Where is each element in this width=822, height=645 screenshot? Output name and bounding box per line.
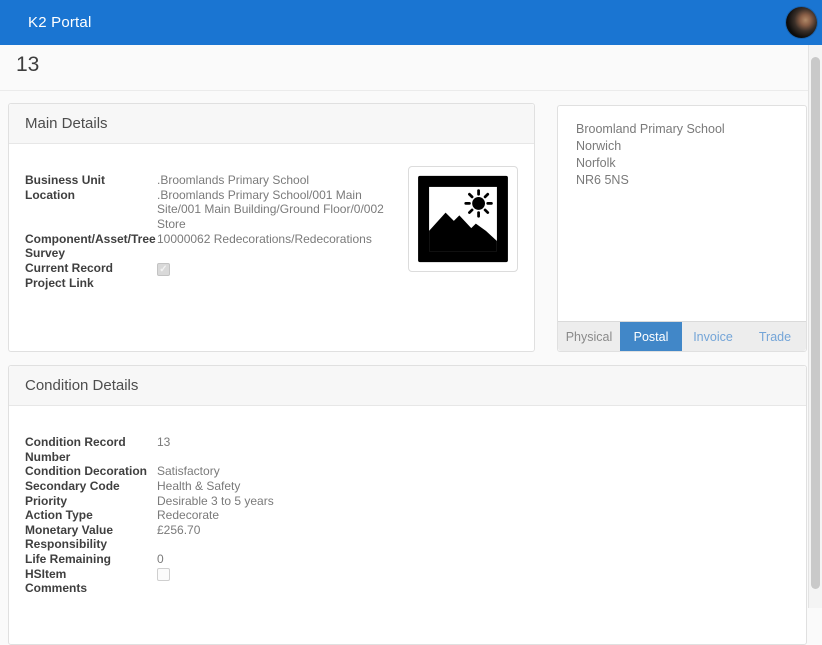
field-value <box>157 276 397 291</box>
field-label: Monetary Value <box>25 523 157 538</box>
field-value: .Broomlands Primary School/001 Main Site… <box>157 188 397 232</box>
field-row: Location.Broomlands Primary School/001 M… <box>25 188 397 232</box>
field-row: HSItem <box>25 567 790 582</box>
field-label: Responsibility <box>25 537 157 552</box>
field-value <box>157 581 790 596</box>
tab-invoice[interactable]: Invoice <box>682 322 744 351</box>
field-label: Life Remaining <box>25 552 157 567</box>
field-row: Condition Record Number13 <box>25 435 790 464</box>
condition-details-title: Condition Details <box>25 377 138 394</box>
field-row: Current Record✓ <box>25 261 397 276</box>
field-value: Desirable 3 to 5 years <box>157 494 790 509</box>
field-label: Current Record <box>25 261 157 276</box>
field-value: ✓ <box>157 261 397 276</box>
field-value: Satisfactory <box>157 464 790 479</box>
field-label: Business Unit <box>25 173 157 188</box>
field-label: HSItem <box>25 567 157 582</box>
field-row: Comments <box>25 581 790 596</box>
field-label: Component/Asset/Tree Survey <box>25 232 157 261</box>
user-avatar[interactable] <box>786 7 817 38</box>
app-title: K2 Portal <box>28 14 92 31</box>
address-line: Norwich <box>576 138 788 155</box>
field-label: Project Link <box>25 276 157 291</box>
main-details-fields: Business Unit.Broomlands Primary SchoolL… <box>25 173 397 290</box>
field-value <box>157 537 790 552</box>
tab-physical[interactable]: Physical <box>558 322 620 351</box>
tab-postal[interactable]: Postal <box>620 322 682 351</box>
field-value: 13 <box>157 435 790 464</box>
condition-details-header: Condition Details <box>9 366 806 406</box>
address-card: Broomland Primary SchoolNorwichNorfolkNR… <box>557 105 807 352</box>
field-label: Location <box>25 188 157 232</box>
main-details-card: Main Details Business Unit.Broomlands Pr… <box>8 103 535 352</box>
field-value: 10000062 Redecorations/Redecorations <box>157 232 397 261</box>
field-row: Responsibility <box>25 537 790 552</box>
condition-details-fields: Condition Record Number13Condition Decor… <box>25 435 790 596</box>
address-line: Broomland Primary School <box>576 121 788 138</box>
field-label: Action Type <box>25 508 157 523</box>
field-label: Comments <box>25 581 157 596</box>
field-row: Component/Asset/Tree Survey10000062 Rede… <box>25 232 397 261</box>
app-header: K2 Portal <box>0 0 822 45</box>
field-value: £256.70 <box>157 523 790 538</box>
tab-trade[interactable]: Trade <box>744 322 806 351</box>
field-label: Secondary Code <box>25 479 157 494</box>
field-row: Action TypeRedecorate <box>25 508 790 523</box>
field-row: Monetary Value£256.70 <box>25 523 790 538</box>
field-value: .Broomlands Primary School <box>157 173 397 188</box>
image-placeholder[interactable] <box>408 166 518 272</box>
page-title: 13 <box>16 53 39 77</box>
condition-details-card: Condition Details Condition Record Numbe… <box>8 365 807 645</box>
field-row: Life Remaining0 <box>25 552 790 567</box>
address-tab-bar: PhysicalPostalInvoiceTrade <box>558 321 806 351</box>
field-label: Condition Record Number <box>25 435 157 464</box>
address-line: Norfolk <box>576 155 788 172</box>
address-lines: Broomland Primary SchoolNorwichNorfolkNR… <box>558 106 806 204</box>
scrollbar-thumb[interactable] <box>811 57 820 589</box>
field-value: Redecorate <box>157 508 790 523</box>
address-line: NR6 5NS <box>576 172 788 189</box>
field-value: Health & Safety <box>157 479 790 494</box>
field-row: Project Link <box>25 276 397 291</box>
field-value <box>157 567 790 582</box>
checkbox-unchecked[interactable] <box>157 568 170 581</box>
checkbox-checked[interactable]: ✓ <box>157 263 170 276</box>
field-row: Business Unit.Broomlands Primary School <box>25 173 397 188</box>
main-details-header: Main Details <box>9 104 534 144</box>
vertical-scrollbar[interactable] <box>808 45 822 608</box>
field-label: Priority <box>25 494 157 509</box>
field-row: Condition DecorationSatisfactory <box>25 464 790 479</box>
field-row: PriorityDesirable 3 to 5 years <box>25 494 790 509</box>
field-label: Condition Decoration <box>25 464 157 479</box>
main-details-title: Main Details <box>25 115 108 132</box>
field-value: 0 <box>157 552 790 567</box>
field-row: Secondary CodeHealth & Safety <box>25 479 790 494</box>
picture-icon <box>417 175 509 263</box>
page-divider <box>0 90 808 91</box>
